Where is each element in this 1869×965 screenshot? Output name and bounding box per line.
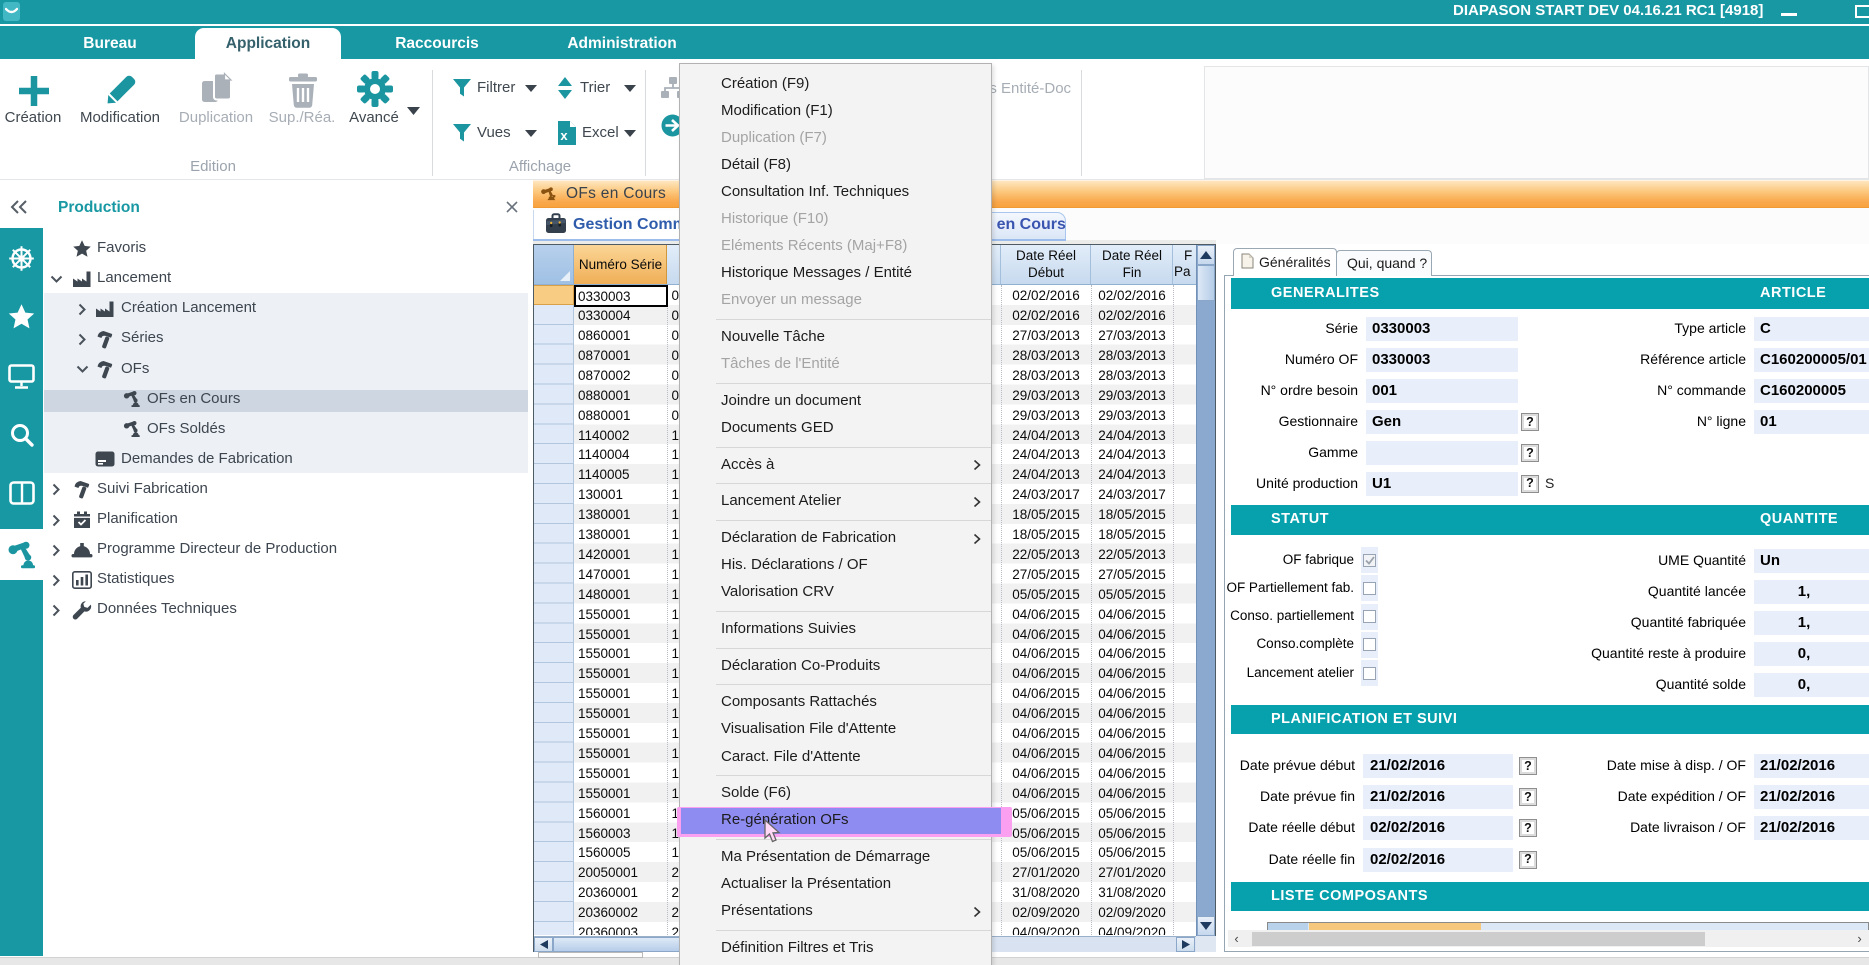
svg-text:x: x [560,128,568,143]
